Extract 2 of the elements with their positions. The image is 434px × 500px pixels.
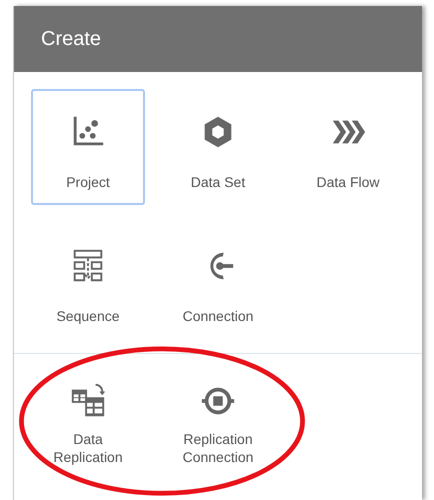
create-tile[interactable]: Project xyxy=(31,89,145,205)
panel-title: Create xyxy=(41,28,102,50)
